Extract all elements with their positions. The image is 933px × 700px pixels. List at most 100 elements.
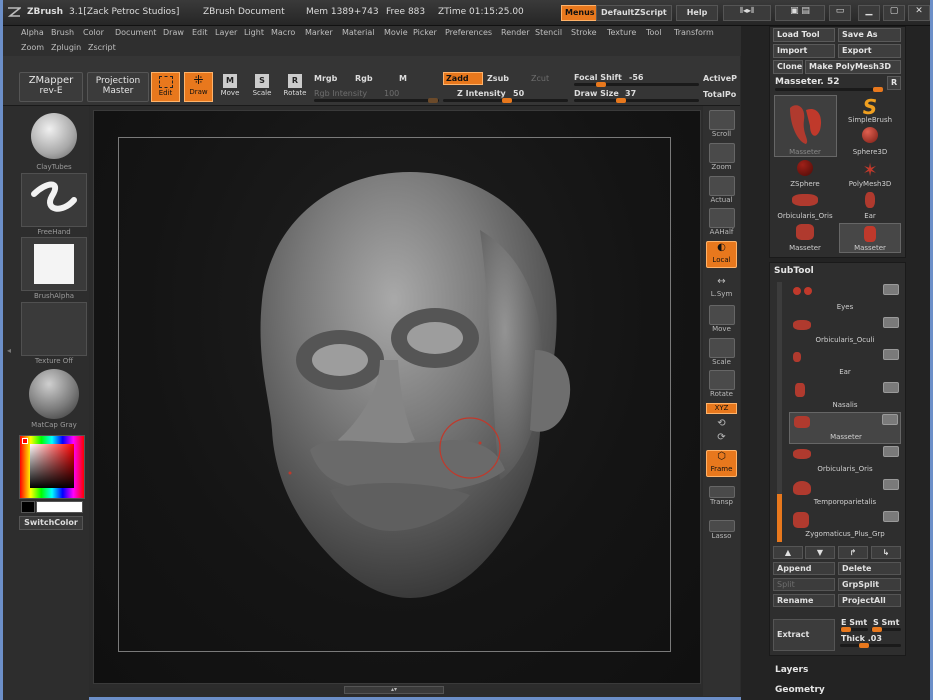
visibility-eye-icon[interactable]: [883, 511, 899, 522]
append-button[interactable]: Append: [773, 562, 835, 575]
visibility-eye-icon[interactable]: [883, 479, 899, 490]
secondary-color-swatch[interactable]: [21, 501, 35, 513]
draw-size-slider[interactable]: [574, 98, 699, 103]
z-intensity-knob[interactable]: [502, 98, 512, 103]
projection-master-button[interactable]: Projection Master: [87, 72, 149, 102]
menu-preferences[interactable]: Preferences: [445, 28, 492, 37]
subtool-row[interactable]: Orbicularis_Oculi: [789, 316, 901, 348]
geometry-panel-header[interactable]: Geometry: [775, 685, 825, 695]
collapse-left-icon[interactable]: ◂: [7, 346, 11, 355]
menu-stroke[interactable]: Stroke: [571, 28, 597, 37]
maximize-icon[interactable]: ▢: [883, 5, 905, 21]
visibility-eye-icon[interactable]: [883, 382, 899, 393]
s-smt-knob[interactable]: [872, 627, 882, 632]
split-button[interactable]: Split: [773, 578, 835, 591]
thick-knob[interactable]: [859, 643, 869, 648]
z-intensity-slider[interactable]: [443, 98, 568, 103]
stroke-thumbnail[interactable]: [21, 173, 87, 227]
bottom-scroll-handle[interactable]: ▴▾: [344, 686, 444, 694]
grpsplit-button[interactable]: GrpSplit: [838, 578, 901, 591]
rotate-button[interactable]: R Rotate: [280, 74, 310, 97]
rgb-intensity-knob[interactable]: [428, 98, 438, 103]
layout-icon[interactable]: ▣ ▤: [775, 5, 825, 21]
menu-document[interactable]: Document: [115, 28, 156, 37]
menu-zscript[interactable]: Zscript: [88, 43, 116, 52]
zadd-button[interactable]: Zadd: [443, 72, 483, 85]
default-zscript-button[interactable]: DefaultZScript: [596, 5, 672, 21]
move-up-icon[interactable]: ▲: [773, 546, 803, 559]
mrgb-button[interactable]: Mrgb: [314, 74, 337, 83]
menus-button[interactable]: Menus: [561, 5, 599, 21]
extract-button[interactable]: Extract: [773, 619, 835, 651]
rotate-view-button[interactable]: Rotate: [706, 370, 737, 398]
lasso-button[interactable]: Lasso: [706, 520, 737, 540]
zoom-button[interactable]: Zoom: [706, 143, 737, 171]
e-smt-knob[interactable]: [841, 627, 851, 632]
switch-color-button[interactable]: SwitchColor: [19, 516, 83, 530]
transp-button[interactable]: Transp: [706, 486, 737, 506]
scale-view-button[interactable]: Scale: [706, 338, 737, 366]
subtool-row[interactable]: Temporoparietalis: [789, 478, 901, 510]
subtool-row[interactable]: Zygomaticus_Plus_Grp: [789, 510, 901, 542]
menu-color[interactable]: Color: [83, 28, 104, 37]
menu-texture[interactable]: Texture: [607, 28, 636, 37]
color-picker[interactable]: [19, 435, 85, 499]
save-ui-icon[interactable]: ▭: [829, 5, 851, 21]
scroll-left-icon[interactable]: ⦀◂▸⦀: [723, 5, 771, 21]
make-polymesh-button[interactable]: Make PolyMesh3D: [805, 60, 901, 74]
import-button[interactable]: Import: [773, 44, 835, 58]
frame-button[interactable]: ⬡ Frame: [706, 450, 737, 477]
sculpt-head-model[interactable]: [230, 150, 590, 610]
subtool-scroll-thumb[interactable]: [777, 494, 782, 542]
color-picker-square[interactable]: [30, 444, 74, 488]
move-down-icon[interactable]: ▼: [805, 546, 835, 559]
subtool-row[interactable]: Orbicularis_Oris: [789, 445, 901, 477]
rgb-button[interactable]: Rgb: [355, 74, 373, 83]
menu-marker[interactable]: Marker: [305, 28, 333, 37]
menu-transform[interactable]: Transform: [674, 28, 714, 37]
menu-alpha[interactable]: Alpha: [21, 28, 44, 37]
lsym-button[interactable]: ↔ L.Sym: [706, 276, 737, 298]
actual-button[interactable]: Actual: [706, 176, 737, 204]
material-thumbnail[interactable]: [21, 367, 87, 421]
visibility-eye-icon[interactable]: [883, 317, 899, 328]
menu-brush[interactable]: Brush: [51, 28, 74, 37]
menu-edit[interactable]: Edit: [192, 28, 208, 37]
local-button[interactable]: ◐ Local: [706, 241, 737, 268]
menu-stencil[interactable]: Stencil: [535, 28, 562, 37]
current-tool-slider[interactable]: [775, 87, 883, 92]
menu-draw[interactable]: Draw: [163, 28, 184, 37]
move-view-button[interactable]: Move: [706, 305, 737, 333]
zmapper-button[interactable]: ZMapper rev-E: [19, 72, 83, 102]
brush-thumbnail[interactable]: [21, 109, 87, 163]
clone-button[interactable]: Clone: [773, 60, 803, 74]
load-tool-button[interactable]: Load Tool: [773, 28, 835, 42]
rename-button[interactable]: Rename: [773, 594, 835, 607]
rgb-intensity-slider[interactable]: [314, 98, 439, 103]
subtool-row[interactable]: Eyes: [789, 283, 901, 315]
layers-panel-header[interactable]: Layers: [775, 665, 808, 675]
zsub-button[interactable]: Zsub: [487, 74, 509, 83]
menu-picker[interactable]: Picker: [413, 28, 437, 37]
delete-button[interactable]: Delete: [838, 562, 901, 575]
e-smt-slider[interactable]: [840, 627, 868, 632]
projectall-button[interactable]: ProjectAll: [838, 594, 901, 607]
help-button[interactable]: Help: [676, 5, 718, 21]
subtool-row[interactable]: Ear: [789, 348, 901, 380]
zcut-button[interactable]: Zcut: [531, 74, 549, 83]
menu-zoom[interactable]: Zoom: [21, 43, 44, 52]
menu-macro[interactable]: Macro: [271, 28, 295, 37]
s-smt-slider[interactable]: [871, 627, 901, 632]
menu-tool[interactable]: Tool: [646, 28, 662, 37]
menu-layer[interactable]: Layer: [215, 28, 237, 37]
menu-zplugin[interactable]: Zplugin: [51, 43, 81, 52]
visibility-eye-icon[interactable]: [882, 414, 898, 425]
m-button[interactable]: M: [399, 74, 407, 83]
visibility-eye-icon[interactable]: [883, 349, 899, 360]
texture-thumbnail[interactable]: [21, 302, 87, 356]
focal-shift-knob[interactable]: [596, 82, 606, 87]
move-bottom-icon[interactable]: ↳: [871, 546, 901, 559]
subtool-row-selected[interactable]: Masseter: [789, 412, 901, 444]
save-as-button[interactable]: Save As: [838, 28, 901, 42]
rotate-z-icon[interactable]: ⟳: [706, 432, 737, 443]
